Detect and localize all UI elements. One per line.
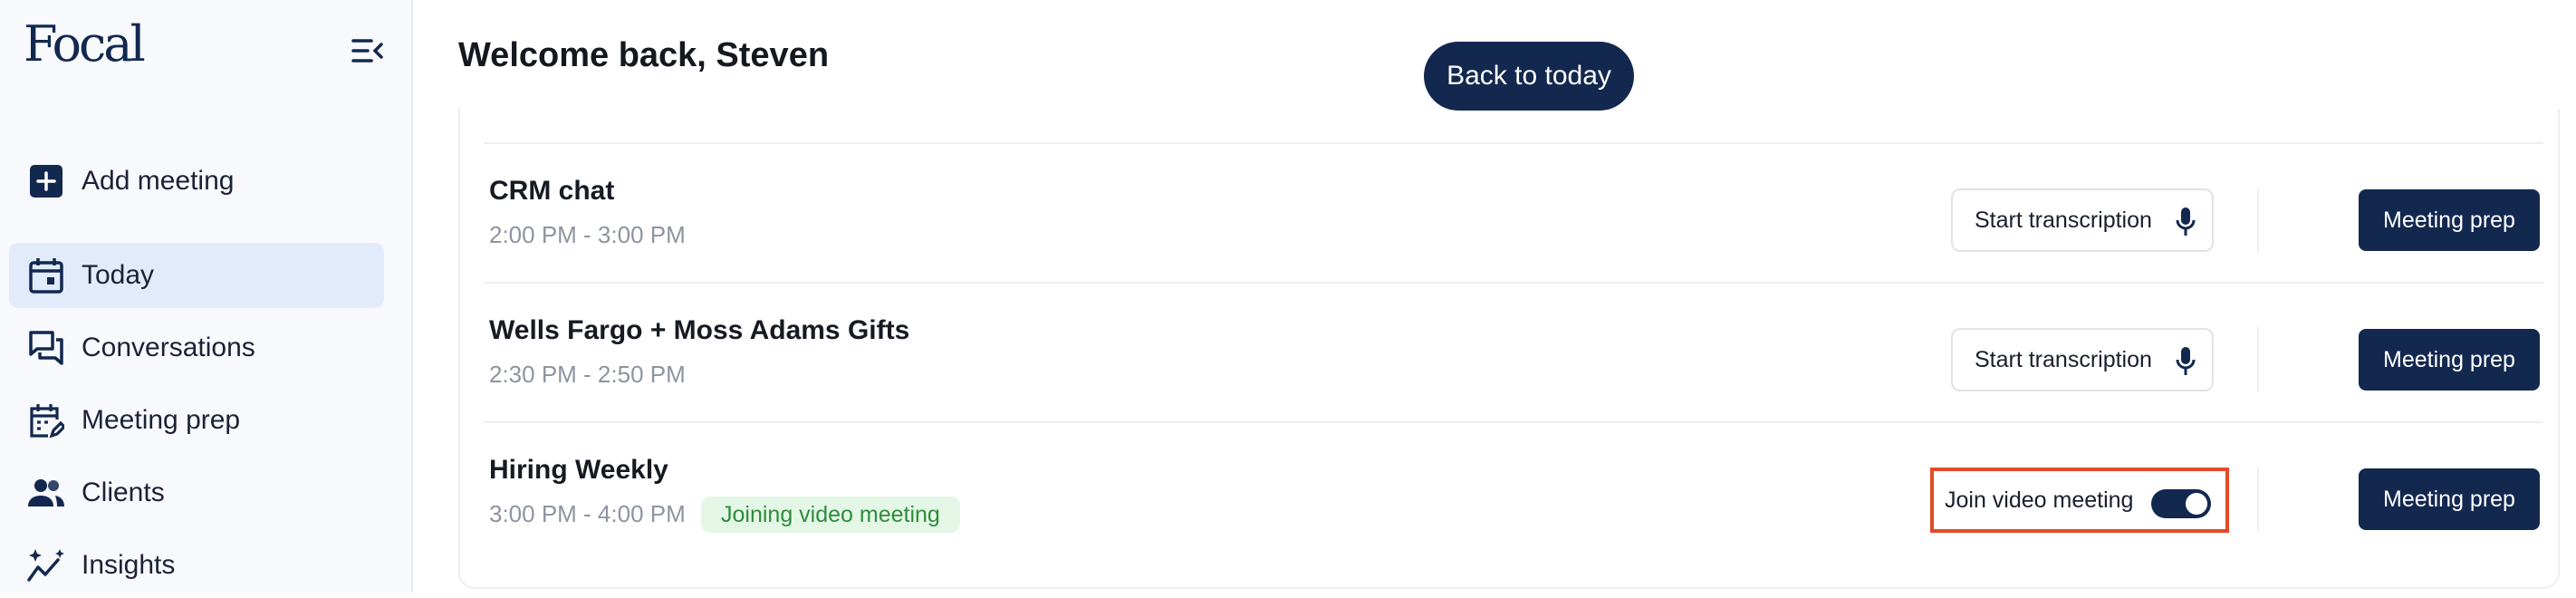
sidebar-item-insights[interactable]: Insights bbox=[9, 533, 384, 598]
sidebar-item-label: Add meeting bbox=[82, 166, 235, 196]
plus-square-icon bbox=[25, 160, 67, 202]
row-divider bbox=[484, 282, 2543, 284]
meeting-time: 3:00 PM - 4:00 PM bbox=[489, 500, 686, 527]
users-icon bbox=[25, 472, 67, 514]
chat-icon bbox=[25, 327, 67, 369]
sidebar-item-today[interactable]: Today bbox=[9, 243, 384, 308]
calendar-edit-icon bbox=[25, 400, 67, 441]
sparkle-chart-icon bbox=[25, 545, 67, 586]
page-title: Welcome back, Steven bbox=[458, 36, 830, 74]
start-transcription-button[interactable]: Start transcription bbox=[1951, 328, 2214, 391]
app-logo: Focal bbox=[24, 15, 146, 72]
meeting-prep-button[interactable]: Meeting prep bbox=[2359, 468, 2540, 530]
meeting-title[interactable]: CRM chat bbox=[489, 176, 614, 207]
sidebar-item-clients[interactable]: Clients bbox=[9, 460, 384, 526]
sidebar-item-label: Conversations bbox=[82, 333, 255, 362]
join-video-meeting-control: Join video meeting bbox=[1930, 468, 2229, 533]
row-divider bbox=[484, 142, 2543, 144]
sidebar-item-label: Clients bbox=[82, 477, 165, 507]
meeting-time: 2:30 PM - 2:50 PM bbox=[489, 361, 686, 388]
calendar-icon bbox=[25, 255, 67, 296]
toggle-knob bbox=[2186, 493, 2207, 515]
sidebar-item-label: Today bbox=[82, 260, 155, 290]
sidebar-item-conversations[interactable]: Conversations bbox=[9, 315, 384, 381]
sidebar-item-meeting-prep[interactable]: Meeting prep bbox=[9, 388, 384, 453]
microphone-icon bbox=[2176, 346, 2196, 383]
collapse-sidebar-icon[interactable] bbox=[350, 33, 386, 69]
meeting-time: 2:00 PM - 3:00 PM bbox=[489, 221, 686, 248]
join-video-meeting-label: Join video meeting bbox=[1945, 487, 2134, 513]
meeting-prep-button[interactable]: Meeting prep bbox=[2359, 329, 2540, 391]
vertical-divider bbox=[2257, 188, 2259, 253]
back-to-today-button[interactable]: Back to today bbox=[1424, 42, 1634, 111]
microphone-icon bbox=[2176, 207, 2196, 244]
sidebar-item-label: Meeting prep bbox=[82, 405, 241, 435]
vertical-divider bbox=[2257, 467, 2259, 532]
sidebar-item-label: Insights bbox=[82, 550, 176, 580]
sidebar-item-add-meeting[interactable]: Add meeting bbox=[9, 149, 384, 214]
button-label: Start transcription bbox=[1975, 346, 2152, 372]
meeting-title[interactable]: Wells Fargo + Moss Adams Gifts bbox=[489, 315, 909, 346]
meeting-prep-button[interactable]: Meeting prep bbox=[2359, 189, 2540, 251]
row-divider bbox=[484, 421, 2543, 423]
button-label: Start transcription bbox=[1975, 207, 2152, 233]
status-badge: Joining video meeting bbox=[701, 497, 960, 533]
join-video-meeting-toggle[interactable] bbox=[2151, 489, 2211, 518]
meeting-title[interactable]: Hiring Weekly bbox=[489, 455, 668, 486]
start-transcription-button[interactable]: Start transcription bbox=[1951, 188, 2214, 252]
vertical-divider bbox=[2257, 327, 2259, 392]
sidebar: Focal Add meeting Today Conversations Me… bbox=[0, 0, 413, 593]
